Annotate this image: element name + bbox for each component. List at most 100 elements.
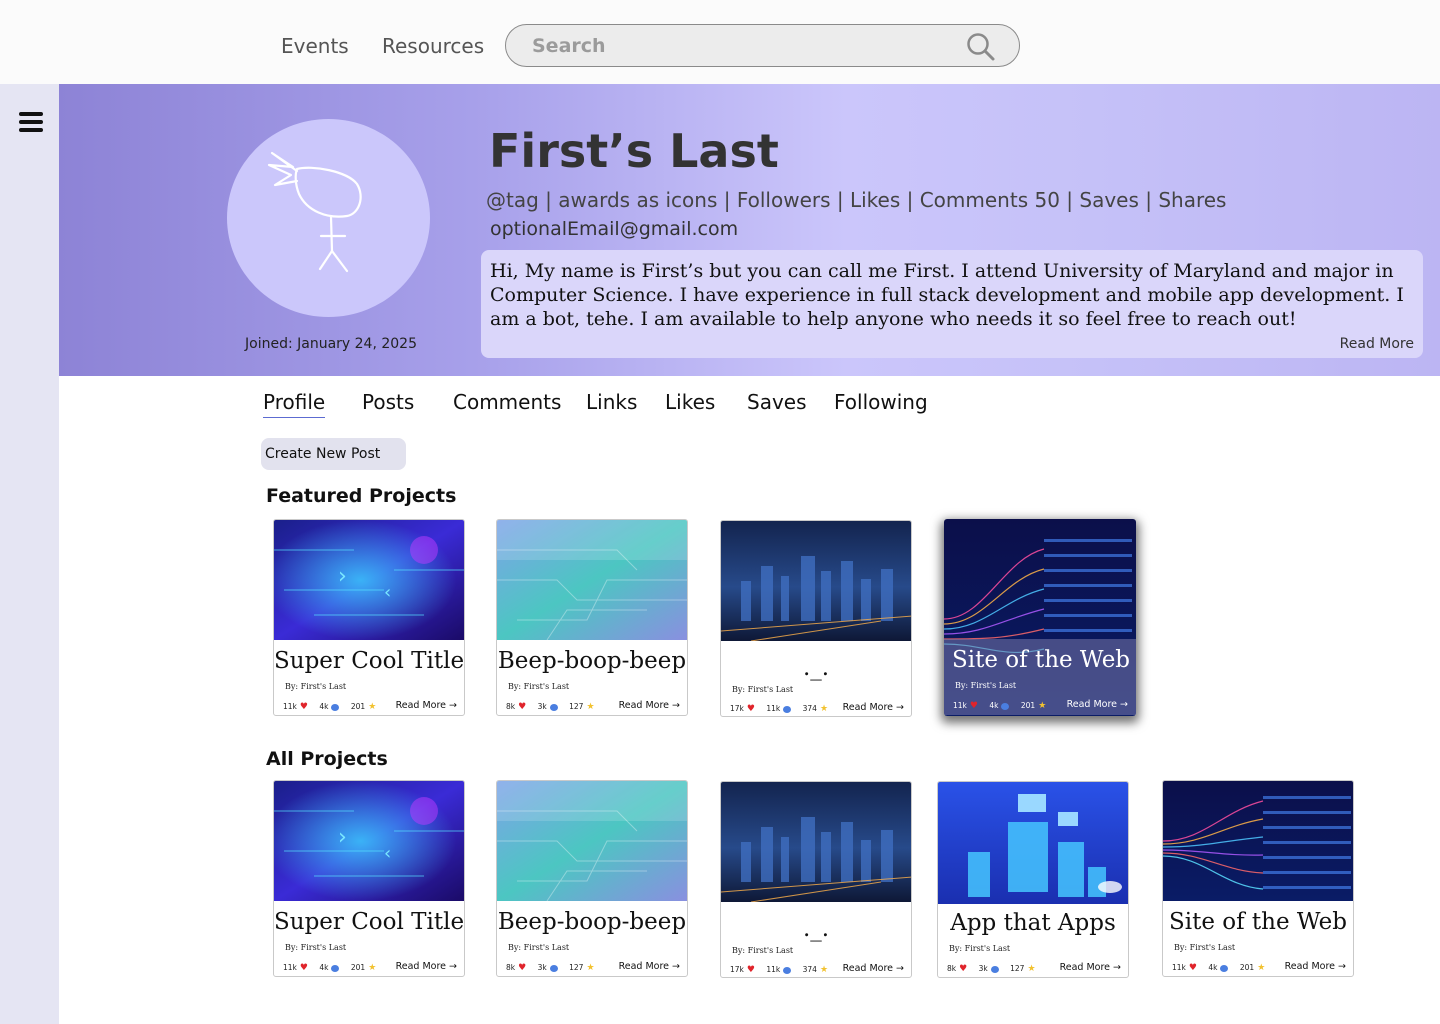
card-title: ._. <box>802 916 830 942</box>
card-author: By: First's Last <box>508 682 570 691</box>
comment-bubble-icon <box>549 703 558 711</box>
project-card-4[interactable]: App that Apps By: First's Last 8k ♥ 3k 12… <box>937 781 1129 978</box>
card-stats: 8k ♥ 3k 127 ★ <box>947 964 1039 974</box>
card-title: Beep-boop-beep <box>497 909 687 935</box>
stars-count: 127 <box>569 963 584 972</box>
likes-count: 17k <box>730 965 744 974</box>
thumbnail-city-image <box>721 782 911 902</box>
tab-saves[interactable]: Saves <box>747 390 807 414</box>
create-new-post-button[interactable]: Create New Post <box>261 438 406 470</box>
likes-count: 8k <box>506 702 516 711</box>
likes-count: 8k <box>947 964 957 973</box>
comments-count: 11k <box>766 704 781 713</box>
project-card-3[interactable]: ._. By: First's Last 17k ♥ 11k 374 ★ Read … <box>720 781 912 978</box>
thumbnail-cyber-image: › ‹ <box>274 781 464 901</box>
read-more-link[interactable]: Read More → <box>396 700 457 711</box>
avatar <box>227 119 430 317</box>
star-icon: ★ <box>819 965 829 975</box>
profile-email: optionalEmail@gmail.com <box>490 218 739 240</box>
nav-link-events[interactable]: Events <box>281 34 349 58</box>
search-input[interactable] <box>532 34 952 58</box>
stars-count: 201 <box>1020 701 1036 710</box>
comments-count: 3k <box>537 702 547 711</box>
star-icon: ★ <box>1027 964 1036 974</box>
star-icon: ★ <box>1257 963 1266 973</box>
tab-links[interactable]: Links <box>586 390 637 414</box>
read-more-link[interactable]: Read More → <box>619 700 680 711</box>
card-author: By: First's Last <box>949 944 1011 953</box>
read-more-link[interactable]: Read More → <box>396 961 457 972</box>
tab-profile[interactable]: Profile <box>263 390 326 418</box>
heart-icon: ♥ <box>969 701 978 711</box>
card-author: By: First's Last <box>285 682 347 691</box>
svg-text:›: › <box>338 564 347 589</box>
comment-bubble-icon <box>783 966 792 974</box>
svg-text:‹: ‹ <box>384 843 391 864</box>
comments-count: 4k <box>989 701 999 710</box>
card-stats: 11k ♥ 4k 201 ★ <box>953 701 1049 711</box>
stars-count: 374 <box>802 704 817 713</box>
featured-card-4[interactable]: Site of the Web By: First's Last 11k ♥ 4k… <box>944 519 1136 716</box>
menu-icon[interactable] <box>19 112 43 134</box>
card-author: By: First's Last <box>1174 943 1236 952</box>
heart-icon: ♥ <box>518 963 527 973</box>
star-icon: ★ <box>368 702 377 712</box>
featured-card-2[interactable]: Beep-boop-beep By: First's Last 8k ♥ 3k 1… <box>496 519 688 716</box>
card-stats: 11k ♥ 4k 201 ★ <box>283 702 379 712</box>
joined-date: Joined: January 24, 2025 <box>245 336 417 352</box>
read-more-link[interactable]: Read More → <box>1060 962 1121 973</box>
likes-count: 11k <box>953 701 967 710</box>
comment-bubble-icon <box>1220 964 1229 972</box>
stars-count: 201 <box>350 963 366 972</box>
star-icon: ★ <box>368 963 377 973</box>
heart-icon: ♥ <box>1188 963 1197 973</box>
read-more-link[interactable]: Read More → <box>843 702 904 713</box>
search-icon[interactable] <box>965 31 997 63</box>
comment-bubble-icon <box>783 705 792 713</box>
thumbnail-web-image <box>1163 781 1353 901</box>
tab-posts[interactable]: Posts <box>362 390 414 414</box>
tab-likes[interactable]: Likes <box>665 390 715 414</box>
thumbnail-city-image <box>721 521 911 641</box>
star-icon: ★ <box>1038 701 1047 711</box>
comment-bubble-icon <box>990 965 999 973</box>
comments-count: 3k <box>537 963 547 972</box>
project-card-2[interactable]: Beep-boop-beep By: First's Last 8k ♥ 3k 1… <box>496 780 688 977</box>
heart-icon: ♥ <box>959 964 968 974</box>
comment-bubble-icon <box>331 964 340 972</box>
tab-comments[interactable]: Comments <box>453 390 561 414</box>
star-icon: ★ <box>586 702 595 712</box>
stars-count: 374 <box>802 965 817 974</box>
card-stats: 8k ♥ 3k 127 ★ <box>506 963 598 973</box>
featured-card-3[interactable]: ._. By: First's Last 17k ♥ 11k 374 ★ Read … <box>720 520 912 717</box>
card-author: By: First's Last <box>732 685 794 694</box>
thumbnail-app-image <box>938 782 1128 904</box>
card-author: By: First's Last <box>508 943 570 952</box>
all-projects-heading: All Projects <box>266 748 388 770</box>
comments-count: 4k <box>319 963 329 972</box>
bio-read-more-link[interactable]: Read More <box>1340 336 1414 352</box>
project-card-1[interactable]: › ‹ Super Cool Title By: First's Last 11k… <box>273 780 465 977</box>
likes-count: 11k <box>1172 963 1186 972</box>
sidebar <box>0 84 59 1024</box>
project-card-5[interactable]: Site of the Web By: First's Last 11k ♥ 4k… <box>1162 780 1354 977</box>
read-more-link[interactable]: Read More → <box>1285 961 1346 972</box>
featured-card-1[interactable]: › ‹ Super Cool Title By: First's Last 11k… <box>273 519 465 716</box>
featured-projects-heading: Featured Projects <box>266 485 457 507</box>
heart-icon: ♥ <box>518 702 527 712</box>
svg-text:›: › <box>338 825 347 850</box>
nav-link-resources[interactable]: Resources <box>382 34 484 58</box>
card-stats: 11k ♥ 4k 201 ★ <box>283 963 379 973</box>
stars-count: 201 <box>350 702 366 711</box>
tab-following[interactable]: Following <box>834 390 928 414</box>
likes-count: 8k <box>506 963 516 972</box>
top-nav: Events Resources <box>0 0 1440 84</box>
card-title: App that Apps <box>950 910 1116 936</box>
read-more-link[interactable]: Read More → <box>619 961 680 972</box>
read-more-link[interactable]: Read More → <box>1067 699 1128 710</box>
read-more-link[interactable]: Read More → <box>843 963 904 974</box>
stars-count: 127 <box>569 702 584 711</box>
comments-count: 11k <box>766 965 781 974</box>
likes-count: 11k <box>283 963 297 972</box>
profile-stats-line: @tag | awards as icons | Followers | Lik… <box>486 188 1227 212</box>
